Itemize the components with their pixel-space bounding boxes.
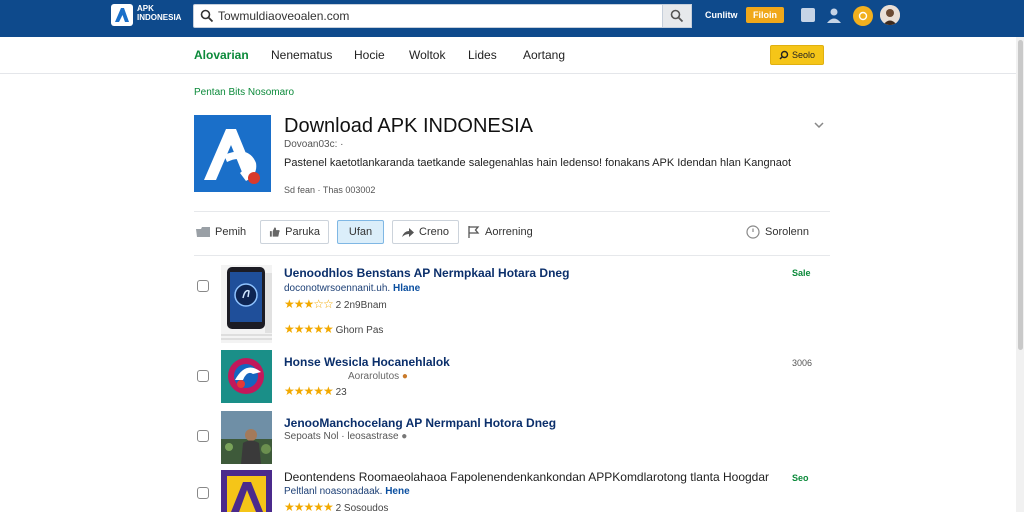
login-button[interactable]: Filoin (746, 7, 784, 23)
divider (194, 255, 830, 256)
like-label: Paruka (285, 226, 320, 238)
top-link[interactable]: Cunlitw (705, 10, 738, 20)
result-title[interactable]: Honse Wesicla Hocanehlalok (284, 355, 450, 369)
result-sub-text: doconotwrsoennanit.uh. (284, 283, 391, 294)
search-button[interactable] (662, 4, 692, 28)
search-box[interactable]: Towmuldiaoveoalen.com (193, 4, 692, 28)
result-sub-text: Sepoats Nol · leosastrase (284, 431, 399, 442)
active-tab-button[interactable]: Ufan (337, 220, 384, 244)
share-arrow-icon (402, 227, 414, 237)
divider (194, 211, 830, 212)
phone-thumbnail-image (221, 265, 272, 343)
breadcrumb[interactable]: Pentan Bits Nosomaro (194, 87, 294, 98)
magnifier-icon (670, 9, 684, 23)
result-sub-bold: Hlane (392, 283, 421, 294)
result-badge[interactable]: Sale (792, 268, 811, 278)
nav-item-3[interactable]: Woltok (409, 48, 445, 62)
result-count: 3006 (792, 358, 813, 368)
app-logo-icon (194, 115, 271, 192)
result-rating: ★★★☆☆ 2 2n9Bnam (284, 297, 387, 311)
nav-item-5[interactable]: Aortang (523, 48, 565, 62)
result-subtitle: Aorarolutos ● (348, 371, 408, 382)
search-input[interactable]: Towmuldiaoveoalen.com (218, 9, 349, 23)
coin-symbol-icon (858, 11, 868, 21)
report-button[interactable]: Aorrening (468, 220, 533, 244)
result-rating-text: 23 (335, 387, 347, 398)
action-right-label: Sorolenn (765, 226, 810, 238)
nav-item-0[interactable]: Alovarian (194, 48, 249, 62)
coin-icon[interactable] (853, 6, 873, 26)
page-title: Download APK INDONESIA (284, 115, 533, 137)
share-button[interactable]: Creno (392, 220, 459, 244)
report-label: Aorrening (485, 226, 533, 238)
row-checkbox[interactable] (197, 370, 209, 382)
app-icon (194, 115, 271, 192)
share-label: Creno (419, 226, 449, 238)
result-subtitle: doconotwrsoennanit.uh. Hlane (284, 283, 420, 294)
row-checkbox[interactable] (197, 280, 209, 292)
result-thumbnail[interactable] (221, 470, 272, 512)
search-small-icon (779, 50, 789, 60)
result-rating-text: 2 Sosoudos (335, 503, 389, 514)
app-description: Pastenel kaetotlankaranda taetkande sale… (284, 157, 792, 169)
logo-icon (115, 8, 129, 22)
result-subtitle: Peltlanl noasonadaak. Hene (284, 486, 410, 497)
action-left[interactable]: Pemih (196, 220, 246, 244)
avatar[interactable] (880, 5, 900, 25)
photo-thumbnail-image (221, 411, 272, 464)
active-tab-label: Ufan (348, 226, 373, 238)
avatar-image (880, 5, 900, 25)
action-left-label: Pemih (215, 226, 247, 238)
nav-action-button[interactable]: Seolo (770, 45, 824, 65)
nav-item-2[interactable]: Hocie (354, 48, 385, 62)
result-rating-2: ★★★★★ Ghorn Pas (284, 322, 383, 336)
result-rating-text: 2 2n9Bnam (335, 300, 387, 311)
nav-item-1[interactable]: Nenematus (271, 48, 332, 62)
star-rating-icon: ★★★★★ (284, 322, 334, 336)
app-subtitle: Dovoan03c: · (284, 139, 344, 150)
like-button[interactable]: Paruka (260, 220, 329, 244)
badge-icon: ● (401, 371, 408, 382)
apk-thumbnail-image (221, 470, 272, 512)
result-thumbnail[interactable] (221, 265, 272, 343)
row-checkbox[interactable] (197, 430, 209, 442)
info-icon: ● (401, 431, 408, 442)
nav-item-4[interactable]: Lides (468, 48, 497, 62)
star-rating-icon: ★★★☆☆ (284, 297, 334, 311)
top-bar: APK INDONESIA Towmuldiaoveoalen.com Cunl… (0, 0, 1024, 37)
profile-icon[interactable] (825, 7, 843, 23)
logo-text: APK INDONESIA (137, 4, 182, 22)
result-thumbnail[interactable] (221, 411, 272, 464)
row-checkbox[interactable] (197, 487, 209, 499)
flag-icon (468, 226, 480, 238)
result-sub-bold: Hene (385, 486, 410, 497)
clock-icon (746, 225, 760, 239)
result-title[interactable]: Uenoodhlos Benstans AP Nermpkaal Hotara … (284, 266, 569, 280)
result-title[interactable]: JenooManchocelang AP Nermpanl Hotora Dne… (284, 416, 556, 430)
result-rating: ★★★★★ 23 (284, 384, 347, 398)
nav-action-label: Seolo (791, 50, 816, 60)
result-sub-text: Peltlanl noasonadaak. (284, 486, 383, 497)
action-right[interactable]: Sorolenn (746, 220, 809, 244)
folder-icon (196, 227, 210, 237)
chevron-down-icon[interactable] (812, 118, 826, 132)
thumbs-up-icon (269, 227, 280, 237)
result-badge[interactable]: Seo (792, 473, 809, 483)
search-icon (200, 9, 214, 23)
apk-logo[interactable] (111, 4, 133, 26)
result-subtitle: Sepoats Nol · leosastrase ● (284, 431, 407, 442)
result-thumbnail[interactable] (221, 350, 272, 403)
app-meta: Sd fean · Thas 003002 (284, 185, 376, 195)
app-thumbnail-image (221, 350, 272, 403)
result-title[interactable]: Deontendens Roomaeolahaoa Fapolenendenka… (284, 470, 769, 484)
star-rating-icon: ★★★★★ (284, 384, 334, 398)
main-nav: Alovarian Nenematus Hocie Woltok Lides A… (0, 37, 1024, 74)
result-rating-text-2: Ghorn Pas (335, 325, 384, 336)
download-icon[interactable] (801, 8, 815, 22)
scrollbar-thumb[interactable] (1018, 40, 1023, 350)
result-sub-text: Aorarolutos (348, 371, 400, 382)
